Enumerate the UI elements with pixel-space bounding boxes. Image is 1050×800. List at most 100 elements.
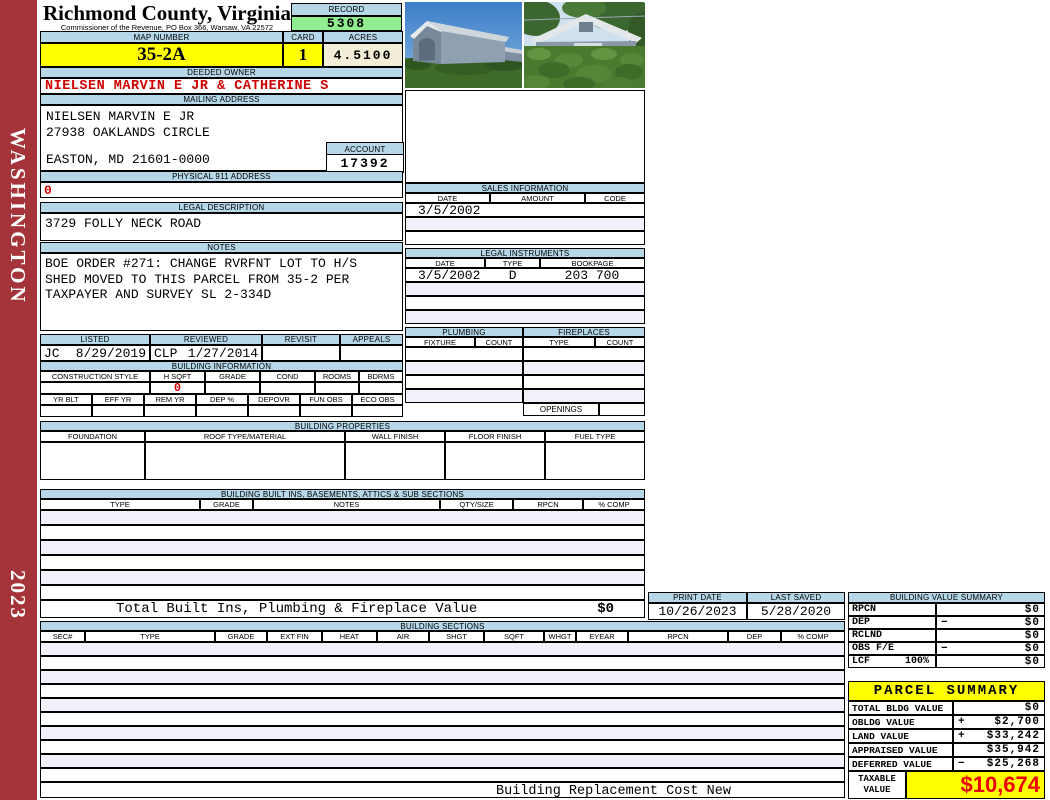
listed-value: JC 8/29/2019 bbox=[40, 345, 150, 361]
card-value: 1 bbox=[283, 43, 323, 67]
taxable-value: $10,674 bbox=[906, 771, 1045, 799]
ps-deferred-value: − $25,268 bbox=[953, 757, 1045, 771]
instrument-row-1-type: D bbox=[508, 267, 517, 283]
sales-information-title: SALES INFORMATION bbox=[405, 183, 645, 193]
legal-description-label: LEGAL DESCRIPTION bbox=[40, 202, 403, 213]
builtins-grade-header: GRADE bbox=[200, 499, 253, 510]
instrument-row-2 bbox=[405, 282, 645, 296]
sec-rpcn-header: RPCN bbox=[628, 631, 728, 642]
district-sidebar: WASHINGTON 2023 bbox=[0, 0, 37, 800]
bvs-rpcn-value: $0 bbox=[936, 603, 1045, 616]
fireplace-count-header: COUNT bbox=[595, 337, 645, 347]
sales-row-1-amount bbox=[490, 204, 584, 216]
grade-value bbox=[205, 382, 260, 394]
instrument-type-header: TYPE bbox=[485, 258, 540, 268]
property-record-card: WASHINGTON 2023 Richmond County, Virgini… bbox=[0, 0, 1050, 800]
mailing-line-1: NIELSEN MARVIN E JR bbox=[46, 109, 195, 124]
effyr-header: EFF YR bbox=[92, 394, 144, 405]
print-date-label: PRINT DATE bbox=[648, 592, 747, 603]
legal-description-value: 3729 FOLLY NECK ROAD bbox=[40, 213, 403, 241]
instrument-bookpage-header: BOOKPAGE bbox=[540, 258, 645, 268]
reviewed-date: 1/27/2014 bbox=[187, 345, 258, 361]
reviewed-label: REVIEWED bbox=[150, 334, 262, 345]
yrblt-header: YR BLT bbox=[40, 394, 92, 405]
bvs-lcf-label: LCF 100% bbox=[848, 655, 936, 668]
building-value-summary-title: BUILDING VALUE SUMMARY bbox=[848, 592, 1045, 603]
grade-header: GRADE bbox=[205, 371, 260, 382]
bvs-obs-label: OBS F/E bbox=[848, 642, 936, 655]
sales-row-1-date: 3/5/2002 bbox=[418, 202, 481, 218]
district-label: WASHINGTON bbox=[6, 128, 30, 305]
listed-label: LISTED bbox=[40, 334, 150, 345]
building-properties-title: BUILDING PROPERTIES bbox=[40, 421, 645, 431]
fireplace-type-header: TYPE bbox=[523, 337, 595, 347]
instrument-row-1-bookpage: 203 700 bbox=[564, 267, 620, 283]
record-label: RECORD bbox=[291, 3, 402, 16]
instrument-row-1: 3/5/2002 D 203 700 bbox=[405, 267, 645, 283]
sales-code-header: CODE bbox=[585, 193, 645, 203]
legal-instruments-title: LEGAL INSTRUMENTS bbox=[405, 248, 645, 258]
notes-box: BOE ORDER #271: CHANGE RVRFNT LOT TO H/S… bbox=[40, 253, 403, 331]
sales-row-3 bbox=[405, 231, 645, 245]
ps-land-value: + $33,242 bbox=[953, 729, 1045, 743]
sec-whgt-header: WHGT bbox=[544, 631, 576, 642]
building-sections-title: BUILDING SECTIONS bbox=[40, 621, 845, 631]
bvs-dep-value: − $0 bbox=[936, 616, 1045, 629]
sales-row-1-code bbox=[585, 204, 644, 216]
builtins-type-header: TYPE bbox=[40, 499, 200, 510]
rooms-value bbox=[315, 382, 359, 394]
bvs-rclnd-value: $0 bbox=[936, 629, 1045, 642]
built-ins-title: BUILDING BUILT INS, BASEMENTS, ATTICS & … bbox=[40, 489, 645, 499]
taxable-value-label: TAXABLE VALUE bbox=[848, 771, 906, 799]
sec-eyear-header: EYEAR bbox=[576, 631, 628, 642]
notes-line-3: TAXPAYER AND SURVEY SL 2-334D bbox=[45, 287, 272, 302]
construction-style-header: CONSTRUCTION STYLE bbox=[40, 371, 150, 382]
instrument-date-header: DATE bbox=[405, 258, 485, 268]
sec-sqft-header: SQFT bbox=[484, 631, 544, 642]
physical-address-value: 0 bbox=[40, 182, 403, 198]
construction-style-value bbox=[40, 382, 150, 394]
bvs-dep-label: DEP bbox=[848, 616, 936, 629]
sec-air-header: AIR bbox=[377, 631, 429, 642]
sec-type-header: TYPE bbox=[85, 631, 215, 642]
depovr-header: DEPOVR bbox=[248, 394, 300, 405]
ps-deferred-label: DEFERRED VALUE bbox=[848, 757, 953, 771]
ps-appraised-label: APPRAISED VALUE bbox=[848, 743, 953, 757]
builtins-total-label: Total Built Ins, Plumbing & Fireplace Va… bbox=[116, 601, 478, 617]
openings-label: OPENINGS bbox=[523, 403, 599, 416]
map-number-label: MAP NUMBER bbox=[40, 31, 283, 43]
sec-grade-header: GRADE bbox=[215, 631, 267, 642]
county-title: Richmond County, Virginia bbox=[43, 1, 291, 25]
photo-placeholder-box bbox=[405, 90, 645, 183]
ecoobs-header: ECO OBS bbox=[352, 394, 403, 405]
listed-date: 8/29/2019 bbox=[75, 345, 146, 361]
ps-obldg-value: + $2,700 bbox=[953, 715, 1045, 729]
sec-header: SEC# bbox=[40, 631, 85, 642]
mailing-address-box: NIELSEN MARVIN E JR 27938 OAKLANDS CIRCL… bbox=[40, 105, 404, 173]
reviewed-by: CLP bbox=[154, 345, 178, 361]
bvs-obs-value: − $0 bbox=[936, 642, 1045, 655]
builtins-total-value: $0 bbox=[597, 601, 614, 617]
deeded-owner-label: DEEDED OWNER bbox=[40, 67, 403, 78]
foundation-header: FOUNDATION bbox=[40, 431, 145, 442]
sales-date-header: DATE bbox=[405, 193, 490, 203]
map-number-value: 35-2A bbox=[40, 43, 283, 67]
appeals-label: APPEALS bbox=[340, 334, 403, 345]
sec-extfin-header: EXT FIN bbox=[267, 631, 322, 642]
sec-comp-header: % COMP bbox=[781, 631, 845, 642]
bdrms-header: BDRMS bbox=[359, 371, 403, 382]
ps-appraised-value: $35,942 bbox=[953, 743, 1045, 757]
ps-obldg-label: OBLDG VALUE bbox=[848, 715, 953, 729]
roof-header: ROOF TYPE/MATERIAL bbox=[145, 431, 345, 442]
tax-year-label: 2023 bbox=[6, 570, 30, 620]
bvs-lcf-value: $0 bbox=[936, 655, 1045, 668]
building-sections-footer: Building Replacement Cost New bbox=[40, 782, 845, 799]
remyr-header: REM YR bbox=[144, 394, 196, 405]
cond-header: COND bbox=[260, 371, 315, 382]
ps-land-label: LAND VALUE bbox=[848, 729, 953, 743]
mailing-line-2: 27938 OAKLANDS CIRCLE bbox=[46, 125, 210, 140]
ps-totalbldg-label: TOTAL BLDG VALUE bbox=[848, 701, 953, 715]
sec-heat-header: HEAT bbox=[322, 631, 377, 642]
builtins-qty-header: QTY/SIZE bbox=[440, 499, 513, 510]
builtins-comp-header: % COMP bbox=[583, 499, 645, 510]
